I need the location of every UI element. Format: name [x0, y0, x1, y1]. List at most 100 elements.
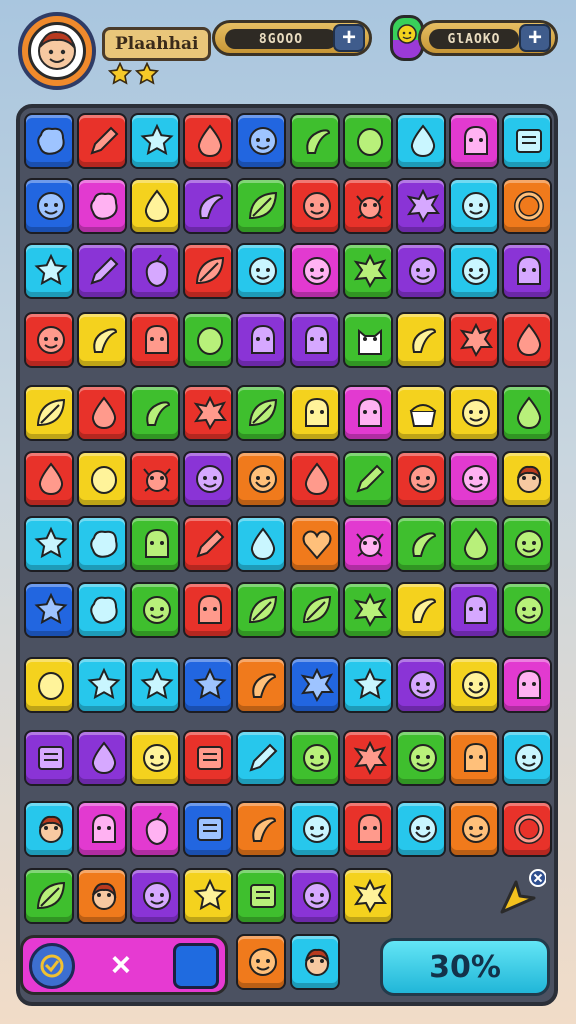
- tile-red-face[interactable]: [24, 312, 74, 368]
- tile-red-crab[interactable]: [130, 451, 180, 507]
- tile-green-face[interactable]: [502, 516, 552, 572]
- tile-cyan-face[interactable]: [449, 178, 499, 234]
- tile-cyan-blob[interactable]: [77, 516, 127, 572]
- tile-yellow-leaf[interactable]: [24, 385, 74, 441]
- tile-magenta-face[interactable]: [290, 243, 340, 299]
- tile-red-splat[interactable]: [343, 730, 393, 786]
- tile-purple-face[interactable]: [130, 868, 180, 924]
- tile-magenta-crab[interactable]: [343, 516, 393, 572]
- tile-cyan-star[interactable]: [130, 657, 180, 713]
- tile-green-face[interactable]: [290, 730, 340, 786]
- tile-green-splat[interactable]: [343, 582, 393, 638]
- tile-cyan-star[interactable]: [77, 657, 127, 713]
- tile-red-crab[interactable]: [343, 178, 393, 234]
- tile-yellow-chili[interactable]: [396, 312, 446, 368]
- tile-orange-ghost[interactable]: [449, 730, 499, 786]
- tile-green-leaf[interactable]: [290, 582, 340, 638]
- tile-yellow-chili[interactable]: [77, 312, 127, 368]
- tile-blue-face[interactable]: [24, 178, 74, 234]
- tile-red-ghost[interactable]: [130, 312, 180, 368]
- tile-magenta-face[interactable]: [449, 451, 499, 507]
- tile-green-leaf[interactable]: [236, 582, 286, 638]
- tile-orange-face[interactable]: [236, 934, 286, 990]
- tile-blue-star[interactable]: [24, 582, 74, 638]
- tile-purple-chili[interactable]: [183, 178, 233, 234]
- tile-red-drop[interactable]: [290, 451, 340, 507]
- tile-magenta-blob[interactable]: [77, 178, 127, 234]
- tile-green-drop[interactable]: [502, 385, 552, 441]
- tile-red-ghost[interactable]: [343, 801, 393, 857]
- tile-cyan-smile[interactable]: [396, 801, 446, 857]
- tile-cyan-star[interactable]: [343, 657, 393, 713]
- tile-orange-chili[interactable]: [236, 657, 286, 713]
- add-currency-1-button[interactable]: +: [333, 24, 365, 52]
- tile-cyan-person[interactable]: [24, 801, 74, 857]
- tile-red-splat[interactable]: [183, 385, 233, 441]
- tile-purple-card[interactable]: [24, 730, 74, 786]
- tile-cyan-face[interactable]: [236, 243, 286, 299]
- tile-magenta-ghost[interactable]: [449, 113, 499, 169]
- tile-cyan-smile[interactable]: [449, 243, 499, 299]
- tile-cyan-star[interactable]: [24, 243, 74, 299]
- tile-green-face[interactable]: [396, 730, 446, 786]
- tile-magenta-berry[interactable]: [130, 801, 180, 857]
- tile-green-chili[interactable]: [130, 385, 180, 441]
- tile-purple-face[interactable]: [396, 243, 446, 299]
- tile-green-drop[interactable]: [449, 516, 499, 572]
- tile-red-drop[interactable]: [77, 385, 127, 441]
- tile-red-card[interactable]: [183, 730, 233, 786]
- tile-green-face[interactable]: [502, 582, 552, 638]
- tile-purple-pencil[interactable]: [77, 243, 127, 299]
- tile-purple-face[interactable]: [290, 868, 340, 924]
- tile-green-leaf[interactable]: [236, 178, 286, 234]
- tile-yellow-cake[interactable]: [396, 385, 446, 441]
- tile-purple-ghost[interactable]: [449, 582, 499, 638]
- tile-red-face[interactable]: [290, 178, 340, 234]
- tile-blue-star[interactable]: [183, 657, 233, 713]
- tile-orange-chili[interactable]: [236, 801, 286, 857]
- tile-cyan-person[interactable]: [290, 934, 340, 990]
- tile-cyan-drop[interactable]: [396, 113, 446, 169]
- booster-slot-button[interactable]: [173, 943, 219, 989]
- tile-cyan-face[interactable]: [502, 730, 552, 786]
- tile-purple-ghost[interactable]: [236, 312, 286, 368]
- tile-red-pencil[interactable]: [183, 516, 233, 572]
- tile-orange-person[interactable]: [77, 868, 127, 924]
- tile-yellow-drop[interactable]: [130, 178, 180, 234]
- add-currency-2-button[interactable]: +: [519, 24, 551, 52]
- tile-cyan-drop[interactable]: [236, 516, 286, 572]
- tile-yellow-lemon[interactable]: [77, 451, 127, 507]
- tile-yellow-face[interactable]: [130, 730, 180, 786]
- tile-blue-splat[interactable]: [290, 657, 340, 713]
- tile-green-chili[interactable]: [396, 516, 446, 572]
- tile-orange-ring[interactable]: [502, 178, 552, 234]
- tile-green-chili[interactable]: [290, 113, 340, 169]
- tile-red-drop[interactable]: [502, 312, 552, 368]
- tile-red-drop[interactable]: [24, 451, 74, 507]
- tile-green-cat[interactable]: [343, 312, 393, 368]
- tile-yellow-lemon[interactable]: [24, 657, 74, 713]
- tile-yellow-ghost[interactable]: [290, 385, 340, 441]
- tile-green-leaf[interactable]: [24, 868, 74, 924]
- tile-blue-card[interactable]: [183, 801, 233, 857]
- tile-green-face[interactable]: [130, 582, 180, 638]
- tile-yellow-splat[interactable]: [343, 868, 393, 924]
- tile-purple-drop[interactable]: [77, 730, 127, 786]
- tile-purple-face[interactable]: [396, 657, 446, 713]
- tile-red-face[interactable]: [396, 451, 446, 507]
- tile-blue-face[interactable]: [236, 113, 286, 169]
- tile-cyan-star[interactable]: [24, 516, 74, 572]
- tile-green-pencil[interactable]: [343, 451, 393, 507]
- tile-green-splat[interactable]: [343, 243, 393, 299]
- tile-yellow-star[interactable]: [183, 868, 233, 924]
- tile-purple-splat[interactable]: [396, 178, 446, 234]
- tile-red-splat[interactable]: [449, 312, 499, 368]
- tile-red-ghost[interactable]: [183, 582, 233, 638]
- tile-green-card[interactable]: [236, 868, 286, 924]
- shuffle-button[interactable]: [29, 943, 75, 989]
- tile-green-leaf[interactable]: [236, 385, 286, 441]
- tile-magenta-ghost[interactable]: [343, 385, 393, 441]
- tile-purple-ghost[interactable]: [290, 312, 340, 368]
- tile-green-lemon[interactable]: [183, 312, 233, 368]
- tile-cyan-face[interactable]: [290, 801, 340, 857]
